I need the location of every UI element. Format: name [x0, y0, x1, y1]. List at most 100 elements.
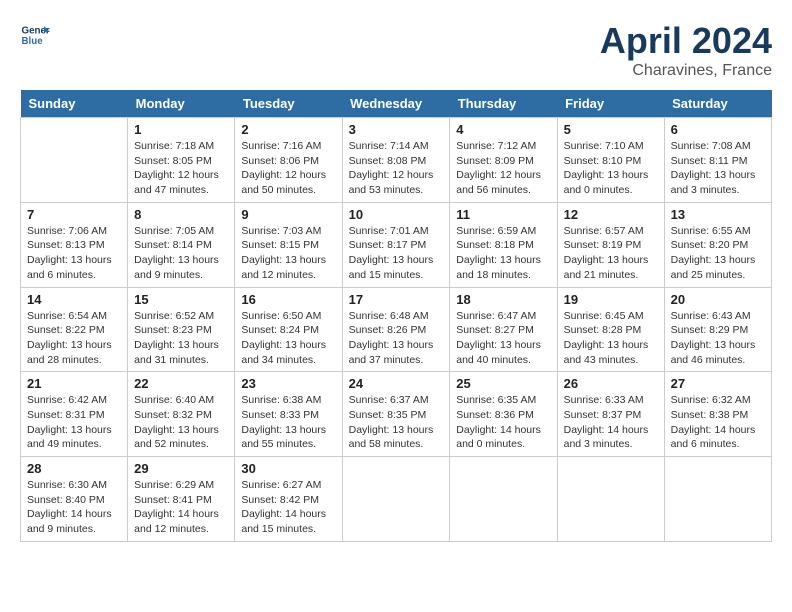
calendar-cell: 20 Sunrise: 6:43 AMSunset: 8:29 PMDaylig… — [664, 287, 771, 372]
day-number: 8 — [134, 207, 228, 222]
calendar-cell: 18 Sunrise: 6:47 AMSunset: 8:27 PMDaylig… — [450, 287, 557, 372]
calendar-cell: 19 Sunrise: 6:45 AMSunset: 8:28 PMDaylig… — [557, 287, 664, 372]
calendar-cell: 21 Sunrise: 6:42 AMSunset: 8:31 PMDaylig… — [21, 372, 128, 457]
day-number: 17 — [349, 292, 444, 307]
logo-icon: General Blue — [20, 20, 50, 50]
calendar-cell — [21, 118, 128, 203]
day-detail: Sunrise: 7:08 AMSunset: 8:11 PMDaylight:… — [671, 139, 765, 198]
day-detail: Sunrise: 7:16 AMSunset: 8:06 PMDaylight:… — [241, 139, 335, 198]
calendar-cell: 30 Sunrise: 6:27 AMSunset: 8:42 PMDaylig… — [235, 457, 342, 542]
day-detail: Sunrise: 6:33 AMSunset: 8:37 PMDaylight:… — [564, 393, 658, 452]
calendar-cell: 15 Sunrise: 6:52 AMSunset: 8:23 PMDaylig… — [128, 287, 235, 372]
calendar-week-row: 1 Sunrise: 7:18 AMSunset: 8:05 PMDayligh… — [21, 118, 772, 203]
weekday-header: Friday — [557, 90, 664, 118]
calendar-week-row: 21 Sunrise: 6:42 AMSunset: 8:31 PMDaylig… — [21, 372, 772, 457]
svg-text:Blue: Blue — [22, 36, 44, 47]
day-number: 9 — [241, 207, 335, 222]
calendar-cell: 5 Sunrise: 7:10 AMSunset: 8:10 PMDayligh… — [557, 118, 664, 203]
calendar-cell: 25 Sunrise: 6:35 AMSunset: 8:36 PMDaylig… — [450, 372, 557, 457]
calendar-cell: 29 Sunrise: 6:29 AMSunset: 8:41 PMDaylig… — [128, 457, 235, 542]
location-subtitle: Charavines, France — [600, 62, 772, 80]
day-detail: Sunrise: 6:50 AMSunset: 8:24 PMDaylight:… — [241, 309, 335, 368]
calendar-table: SundayMondayTuesdayWednesdayThursdayFrid… — [20, 90, 772, 542]
calendar-week-row: 14 Sunrise: 6:54 AMSunset: 8:22 PMDaylig… — [21, 287, 772, 372]
day-detail: Sunrise: 7:06 AMSunset: 8:13 PMDaylight:… — [27, 224, 121, 283]
calendar-cell: 28 Sunrise: 6:30 AMSunset: 8:40 PMDaylig… — [21, 457, 128, 542]
day-number: 14 — [27, 292, 121, 307]
day-detail: Sunrise: 6:27 AMSunset: 8:42 PMDaylight:… — [241, 478, 335, 537]
calendar-cell — [450, 457, 557, 542]
day-number: 23 — [241, 376, 335, 391]
day-detail: Sunrise: 6:37 AMSunset: 8:35 PMDaylight:… — [349, 393, 444, 452]
day-number: 19 — [564, 292, 658, 307]
calendar-cell: 3 Sunrise: 7:14 AMSunset: 8:08 PMDayligh… — [342, 118, 450, 203]
day-detail: Sunrise: 7:05 AMSunset: 8:14 PMDaylight:… — [134, 224, 228, 283]
day-detail: Sunrise: 6:59 AMSunset: 8:18 PMDaylight:… — [456, 224, 550, 283]
day-detail: Sunrise: 7:10 AMSunset: 8:10 PMDaylight:… — [564, 139, 658, 198]
day-number: 2 — [241, 122, 335, 137]
day-number: 21 — [27, 376, 121, 391]
day-number: 7 — [27, 207, 121, 222]
calendar-cell: 11 Sunrise: 6:59 AMSunset: 8:18 PMDaylig… — [450, 202, 557, 287]
weekday-header: Thursday — [450, 90, 557, 118]
day-detail: Sunrise: 6:57 AMSunset: 8:19 PMDaylight:… — [564, 224, 658, 283]
day-detail: Sunrise: 7:01 AMSunset: 8:17 PMDaylight:… — [349, 224, 444, 283]
page-header: General Blue April 2024 Charavines, Fran… — [20, 20, 772, 80]
calendar-cell: 8 Sunrise: 7:05 AMSunset: 8:14 PMDayligh… — [128, 202, 235, 287]
day-detail: Sunrise: 6:32 AMSunset: 8:38 PMDaylight:… — [671, 393, 765, 452]
day-detail: Sunrise: 6:45 AMSunset: 8:28 PMDaylight:… — [564, 309, 658, 368]
weekday-header: Monday — [128, 90, 235, 118]
day-detail: Sunrise: 6:47 AMSunset: 8:27 PMDaylight:… — [456, 309, 550, 368]
day-number: 30 — [241, 461, 335, 476]
day-number: 12 — [564, 207, 658, 222]
calendar-cell: 1 Sunrise: 7:18 AMSunset: 8:05 PMDayligh… — [128, 118, 235, 203]
day-number: 22 — [134, 376, 228, 391]
day-detail: Sunrise: 7:18 AMSunset: 8:05 PMDaylight:… — [134, 139, 228, 198]
day-number: 15 — [134, 292, 228, 307]
day-number: 27 — [671, 376, 765, 391]
calendar-cell: 4 Sunrise: 7:12 AMSunset: 8:09 PMDayligh… — [450, 118, 557, 203]
calendar-cell: 10 Sunrise: 7:01 AMSunset: 8:17 PMDaylig… — [342, 202, 450, 287]
calendar-cell: 7 Sunrise: 7:06 AMSunset: 8:13 PMDayligh… — [21, 202, 128, 287]
day-detail: Sunrise: 6:35 AMSunset: 8:36 PMDaylight:… — [456, 393, 550, 452]
day-detail: Sunrise: 6:54 AMSunset: 8:22 PMDaylight:… — [27, 309, 121, 368]
weekday-header: Wednesday — [342, 90, 450, 118]
day-number: 3 — [349, 122, 444, 137]
calendar-cell: 22 Sunrise: 6:40 AMSunset: 8:32 PMDaylig… — [128, 372, 235, 457]
day-number: 13 — [671, 207, 765, 222]
day-number: 6 — [671, 122, 765, 137]
calendar-cell: 27 Sunrise: 6:32 AMSunset: 8:38 PMDaylig… — [664, 372, 771, 457]
calendar-cell: 24 Sunrise: 6:37 AMSunset: 8:35 PMDaylig… — [342, 372, 450, 457]
calendar-cell: 9 Sunrise: 7:03 AMSunset: 8:15 PMDayligh… — [235, 202, 342, 287]
day-detail: Sunrise: 7:14 AMSunset: 8:08 PMDaylight:… — [349, 139, 444, 198]
day-number: 4 — [456, 122, 550, 137]
logo: General Blue — [20, 20, 50, 50]
title-block: April 2024 Charavines, France — [600, 20, 772, 80]
calendar-cell: 16 Sunrise: 6:50 AMSunset: 8:24 PMDaylig… — [235, 287, 342, 372]
day-detail: Sunrise: 7:03 AMSunset: 8:15 PMDaylight:… — [241, 224, 335, 283]
month-title: April 2024 — [600, 20, 772, 62]
weekday-header: Sunday — [21, 90, 128, 118]
calendar-cell: 17 Sunrise: 6:48 AMSunset: 8:26 PMDaylig… — [342, 287, 450, 372]
day-number: 20 — [671, 292, 765, 307]
day-detail: Sunrise: 6:52 AMSunset: 8:23 PMDaylight:… — [134, 309, 228, 368]
day-number: 11 — [456, 207, 550, 222]
day-detail: Sunrise: 6:55 AMSunset: 8:20 PMDaylight:… — [671, 224, 765, 283]
day-number: 16 — [241, 292, 335, 307]
day-detail: Sunrise: 6:48 AMSunset: 8:26 PMDaylight:… — [349, 309, 444, 368]
day-detail: Sunrise: 6:42 AMSunset: 8:31 PMDaylight:… — [27, 393, 121, 452]
calendar-cell: 14 Sunrise: 6:54 AMSunset: 8:22 PMDaylig… — [21, 287, 128, 372]
calendar-cell — [664, 457, 771, 542]
calendar-cell: 23 Sunrise: 6:38 AMSunset: 8:33 PMDaylig… — [235, 372, 342, 457]
day-detail: Sunrise: 6:43 AMSunset: 8:29 PMDaylight:… — [671, 309, 765, 368]
calendar-cell: 13 Sunrise: 6:55 AMSunset: 8:20 PMDaylig… — [664, 202, 771, 287]
day-detail: Sunrise: 6:29 AMSunset: 8:41 PMDaylight:… — [134, 478, 228, 537]
calendar-cell: 26 Sunrise: 6:33 AMSunset: 8:37 PMDaylig… — [557, 372, 664, 457]
day-detail: Sunrise: 6:38 AMSunset: 8:33 PMDaylight:… — [241, 393, 335, 452]
calendar-cell — [557, 457, 664, 542]
day-number: 29 — [134, 461, 228, 476]
weekday-header: Saturday — [664, 90, 771, 118]
day-number: 5 — [564, 122, 658, 137]
weekday-header: Tuesday — [235, 90, 342, 118]
day-detail: Sunrise: 6:40 AMSunset: 8:32 PMDaylight:… — [134, 393, 228, 452]
